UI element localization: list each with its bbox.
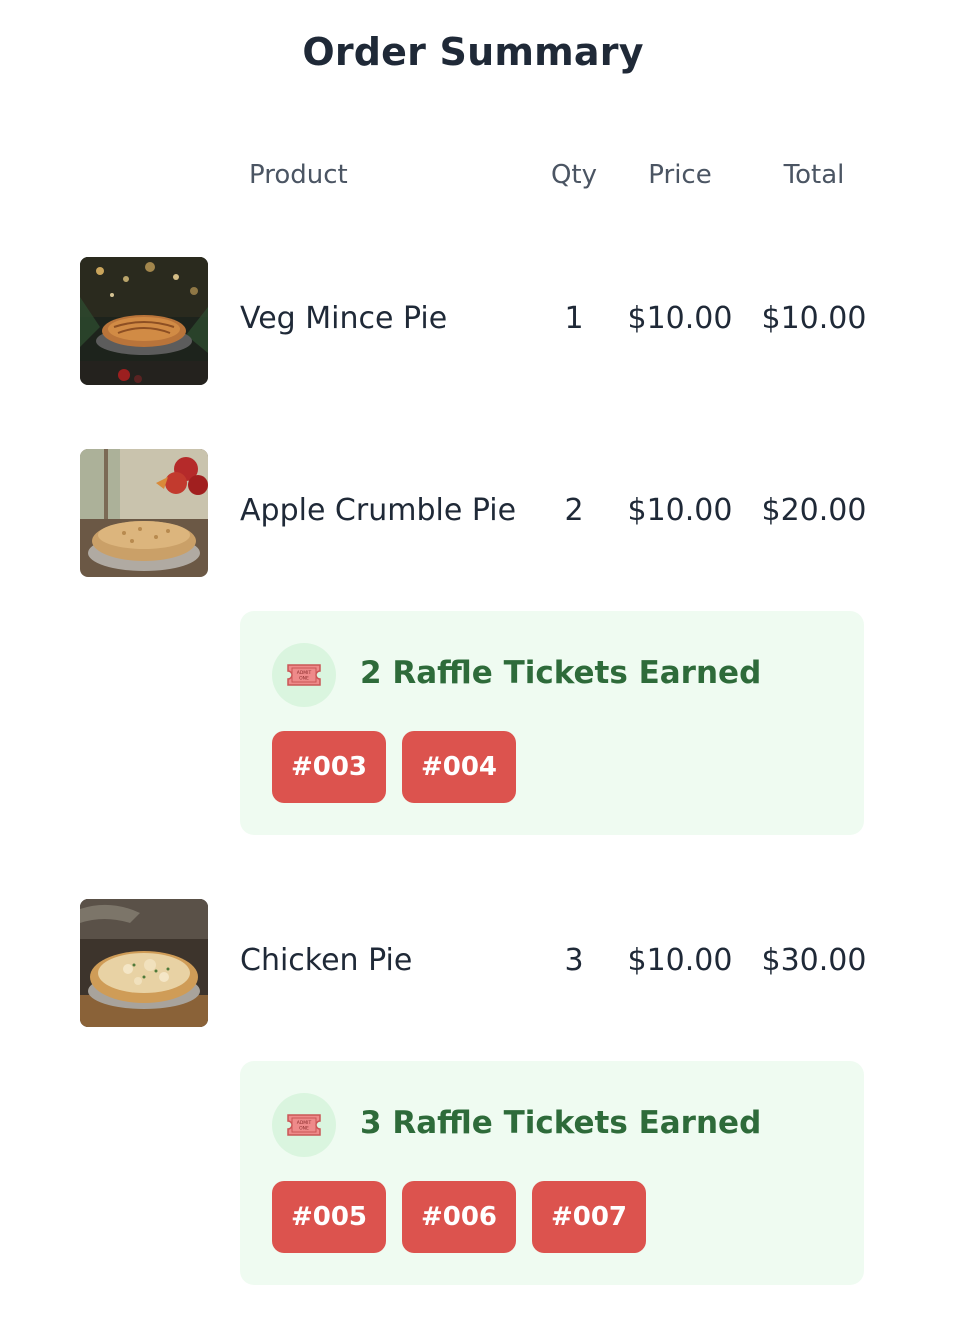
raffle-ticket-badge: #004: [402, 731, 516, 803]
product-total: $30.00: [761, 943, 867, 978]
ticket-icon: ADMIT ONE: [272, 1093, 336, 1157]
column-header-price: Price: [648, 160, 712, 190]
product-image-apple-crumble-pie: [80, 449, 208, 577]
raffle-tickets-panel: ADMIT ONE 2 Raffle Tickets Earned #003 #…: [240, 611, 864, 835]
svg-text:ONE: ONE: [299, 1126, 309, 1132]
product-name: Veg Mince Pie: [240, 301, 448, 336]
raffle-title: 2 Raffle Tickets Earned: [360, 655, 762, 691]
table-row: Veg Mince Pie 1 $10.00 $10.00: [0, 257, 962, 385]
raffle-ticket-badge: #005: [272, 1181, 386, 1253]
svg-text:ADMIT: ADMIT: [297, 670, 312, 676]
svg-text:ONE: ONE: [299, 676, 309, 682]
raffle-ticket-badge: #006: [402, 1181, 516, 1253]
product-image-chicken-pie: [80, 899, 208, 1027]
raffle-ticket-badge: #007: [532, 1181, 646, 1253]
raffle-ticket-list: #005 #006 #007: [272, 1181, 646, 1253]
page-title: Order Summary: [302, 30, 644, 74]
column-header-qty: Qty: [550, 160, 598, 190]
product-qty: 3: [564, 943, 584, 978]
product-total: $10.00: [761, 301, 867, 336]
product-name: Apple Crumble Pie: [240, 493, 517, 528]
product-price: $10.00: [627, 493, 733, 528]
product-total: $20.00: [761, 493, 867, 528]
table-row: Apple Crumble Pie 2 $10.00 $20.00: [0, 449, 962, 577]
product-price: $10.00: [627, 943, 733, 978]
raffle-tickets-panel: ADMIT ONE 3 Raffle Tickets Earned #005 #…: [240, 1061, 864, 1285]
ticket-icon: ADMIT ONE: [272, 643, 336, 707]
raffle-ticket-badge: #003: [272, 731, 386, 803]
column-header-product: Product: [249, 160, 348, 190]
table-row: Chicken Pie 3 $10.00 $30.00: [0, 899, 962, 1027]
svg-text:ADMIT: ADMIT: [297, 1120, 312, 1126]
raffle-title: 3 Raffle Tickets Earned: [360, 1105, 762, 1141]
product-name: Chicken Pie: [240, 943, 413, 978]
product-image-veg-mince-pie: [80, 257, 208, 385]
raffle-ticket-list: #003 #004: [272, 731, 516, 803]
column-header-total: Total: [783, 160, 845, 190]
product-price: $10.00: [627, 301, 733, 336]
product-qty: 2: [564, 493, 584, 528]
product-qty: 1: [564, 301, 584, 336]
